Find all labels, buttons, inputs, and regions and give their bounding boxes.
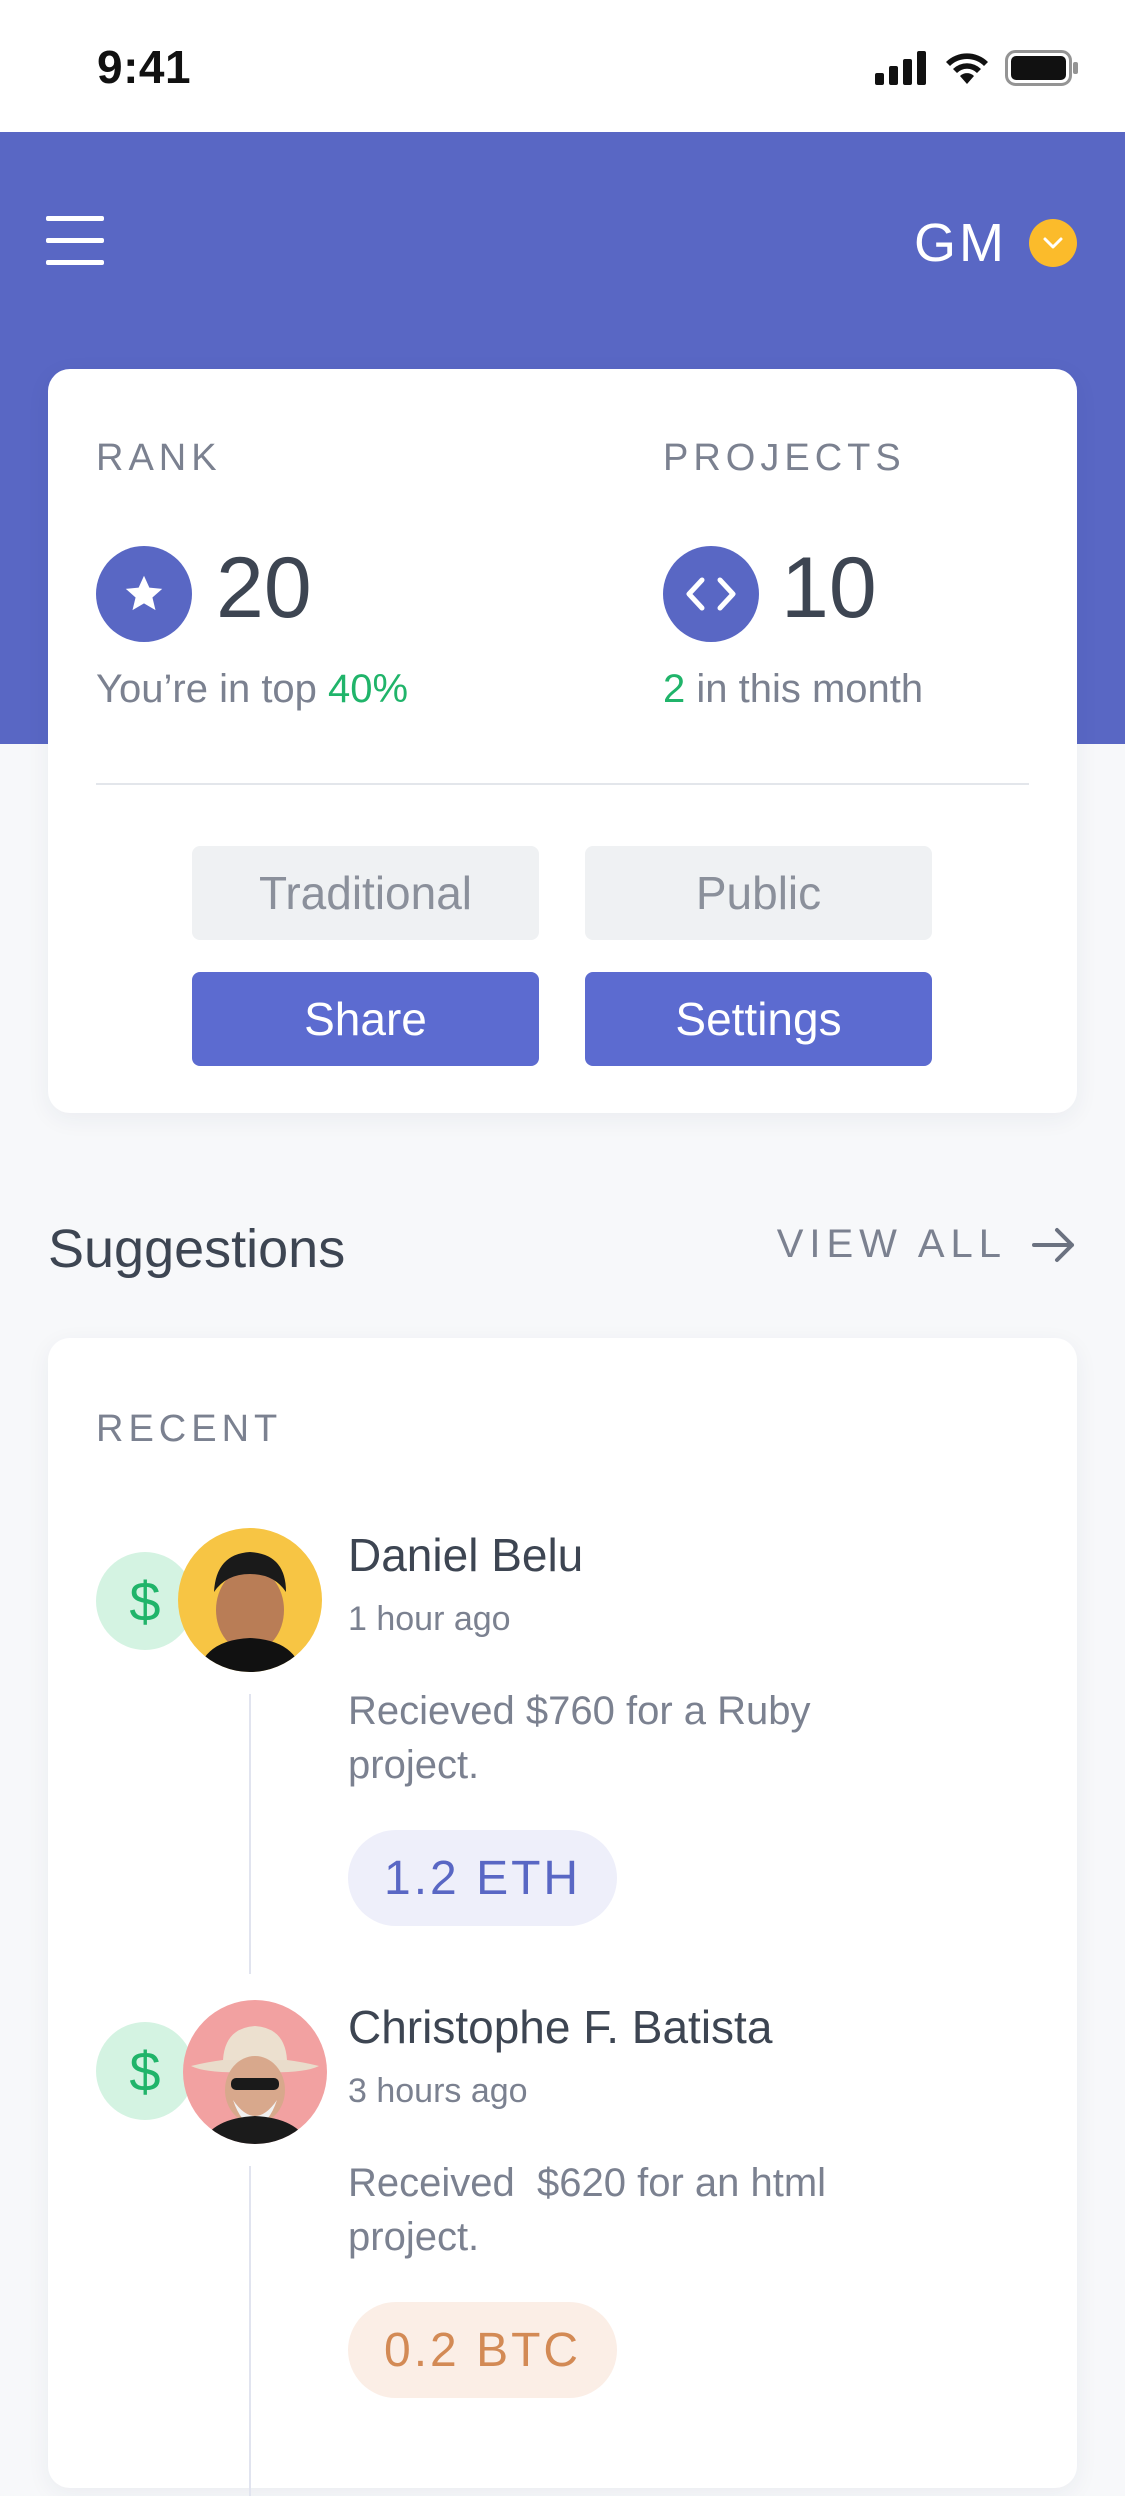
suggestions-title: Suggestions <box>48 1219 346 1279</box>
activity-description: Received $620 for an html project. <box>348 2161 838 2259</box>
rank-subtext: You’re in top 40% <box>96 667 408 712</box>
hamburger-menu-icon[interactable] <box>46 216 104 266</box>
dollar-icon: $ <box>96 2022 194 2120</box>
projects-subtext-suffix: in this month <box>685 667 924 711</box>
stats-card: RANK 20 You’re in top 40% PROJECTS 10 2 … <box>48 369 1077 1113</box>
status-time: 9:41 <box>97 41 192 93</box>
battery-icon <box>1005 50 1078 86</box>
amount-badge: 1.2 ETH <box>348 1830 618 1926</box>
chevron-down-icon[interactable] <box>1029 219 1077 267</box>
rank-subtext-prefix: You’re in top <box>96 667 329 711</box>
activity-name: Daniel Belu <box>348 1529 584 1581</box>
timeline-line <box>249 2166 251 2496</box>
recent-label: RECENT <box>96 1408 283 1450</box>
stats-divider <box>96 783 1029 785</box>
timeline-line <box>249 1694 251 1974</box>
projects-label: PROJECTS <box>663 437 906 479</box>
status-bar: 9:41 <box>0 0 1125 132</box>
public-button[interactable]: Public <box>585 846 932 940</box>
status-icons <box>875 50 1079 86</box>
recent-activity-card: RECENT $ Daniel Belu 1 hour ago Recieved… <box>48 1338 1077 2496</box>
activity-time: 3 hours ago <box>348 2072 528 2110</box>
rank-value: 20 <box>216 540 312 636</box>
activity-description: Recieved $760 for a Ruby project. <box>348 1689 811 1787</box>
wifi-icon <box>946 53 988 84</box>
amount-badge: 0.2 BTC <box>348 2302 618 2398</box>
user-menu[interactable]: GM <box>914 212 1077 274</box>
activity-name: Christophe F. Batista <box>348 2001 773 2053</box>
code-icon <box>663 546 759 642</box>
projects-this-month-count: 2 <box>663 667 686 711</box>
activity-time: 1 hour ago <box>348 1600 511 1638</box>
rank-percentile: 40% <box>328 667 409 711</box>
arrow-right-icon <box>1032 1227 1074 1262</box>
avatar <box>183 2000 327 2144</box>
cellular-signal-icon <box>875 51 926 85</box>
view-all-link[interactable]: VIEW ALL <box>777 1222 1077 1267</box>
share-button[interactable]: Share <box>192 972 539 1066</box>
star-icon <box>96 546 192 642</box>
projects-subtext: 2 in this month <box>663 667 923 712</box>
view-all-label: VIEW ALL <box>776 1222 1007 1266</box>
settings-button[interactable]: Settings <box>585 972 932 1066</box>
projects-value: 10 <box>781 540 877 636</box>
rank-label: RANK <box>96 437 222 479</box>
traditional-button[interactable]: Traditional <box>192 846 539 940</box>
user-initials: GM <box>914 213 1007 273</box>
avatar <box>178 1528 322 1672</box>
